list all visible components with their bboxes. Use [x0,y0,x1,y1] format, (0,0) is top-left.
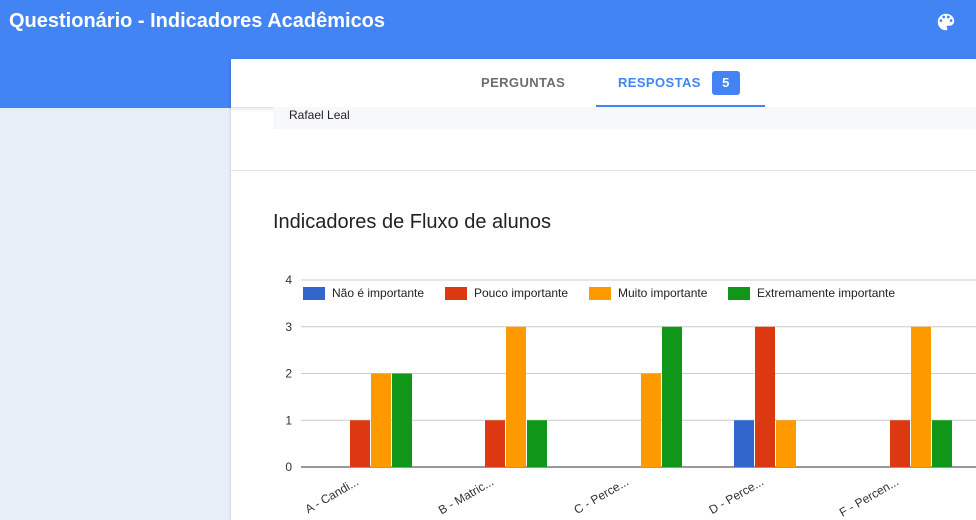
legend-label: Extremamente importante [757,286,895,300]
x-tick-label: A - Candi... [303,474,361,516]
chart-bar [911,326,931,467]
legend-swatch [303,287,325,300]
tab-responses[interactable]: RESPOSTAS 5 [596,59,765,107]
response-name: Rafael Leal [289,108,350,122]
responses-count-badge: 5 [712,71,740,95]
chart-bar [755,326,775,467]
y-tick-label: 1 [285,413,292,427]
chart-bar [527,420,547,467]
chart-bar [734,420,754,467]
chart-bar [890,420,910,467]
chart-bar [662,326,682,467]
y-tick-label: 3 [285,320,292,334]
legend-swatch [445,287,467,300]
legend-label: Não é importante [332,286,424,300]
chart-bar [485,420,505,467]
side-panel [0,108,231,520]
palette-icon[interactable] [935,11,957,33]
x-tick-label: B - Matric... [436,474,496,517]
chart-bar [506,326,526,467]
section-title: Indicadores de Fluxo de alunos [273,211,551,233]
chart-bar [392,373,412,467]
tab-responses-label: RESPOSTAS [618,75,701,90]
section-divider [231,170,976,171]
bar-chart: 0 1 2 3 4 Não é importante Pouco importante Mui… [285,273,976,520]
response-preview: Rafael Leal [273,107,976,129]
chart-bar [371,373,391,467]
chart-bar [641,373,661,467]
y-tick-label: 0 [285,460,292,474]
legend-label: Pouco importante [474,286,568,300]
x-tick-label: F - Percen... [837,474,901,519]
legend-swatch [589,287,611,300]
y-tick-label: 4 [285,273,292,287]
x-tick-label: D - Perce... [706,474,766,516]
legend-swatch [728,287,750,300]
tab-bar: PERGUNTAS RESPOSTAS 5 [231,59,976,108]
app-title: Questionário - Indicadores Acadêmicos [9,10,386,32]
x-tick-label: C - Perce... [571,474,631,516]
chart-bar [932,420,952,467]
legend-label: Muito importante [618,286,708,300]
chart-bar [776,420,796,467]
y-tick-label: 2 [285,367,292,381]
chart-bar [350,420,370,467]
tab-questions[interactable]: PERGUNTAS [481,59,565,107]
